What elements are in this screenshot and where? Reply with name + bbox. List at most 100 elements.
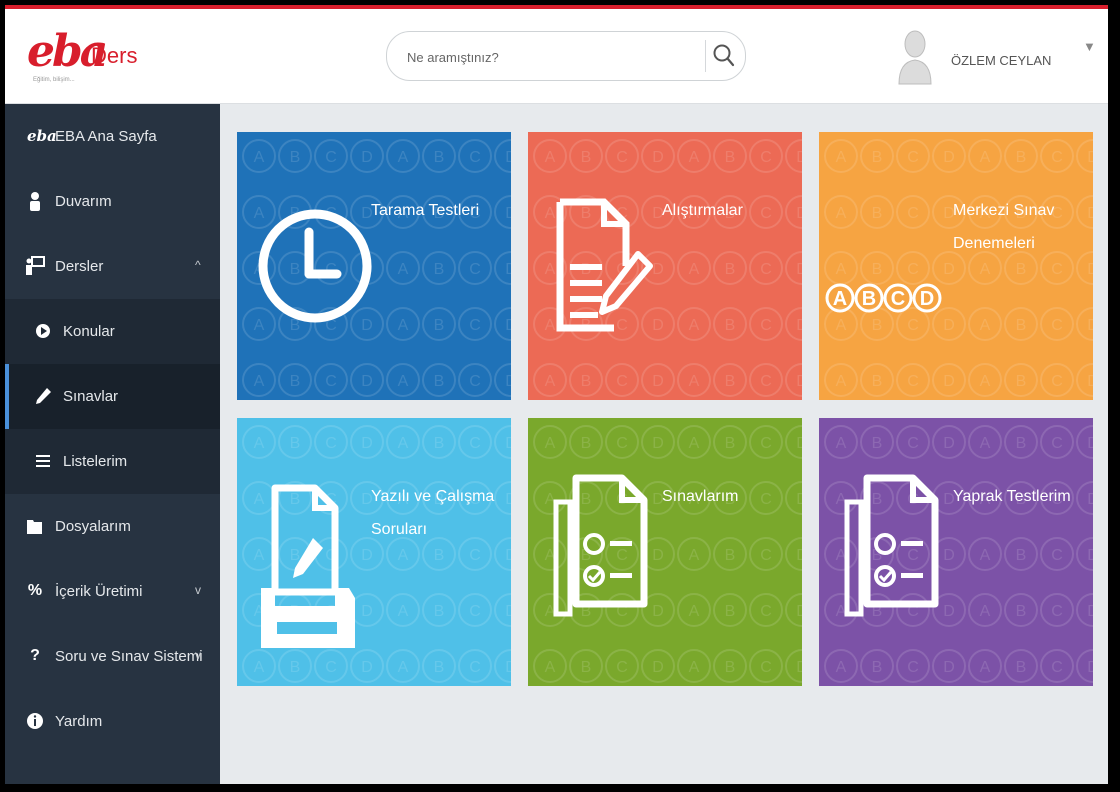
- pattern-letter: C: [907, 205, 919, 222]
- pattern-letter: A: [980, 373, 991, 390]
- sidebar-item-duvarim[interactable]: Duvarım: [5, 169, 220, 234]
- printer-document-icon: [261, 484, 355, 648]
- eba-logo-icon: eba: [27, 127, 57, 145]
- pattern-letter: B: [872, 659, 883, 676]
- pattern-letter: A: [836, 205, 847, 222]
- pattern-letter: B: [434, 373, 445, 390]
- pattern-letter: D: [1087, 547, 1093, 564]
- pattern-letter: C: [1051, 435, 1063, 452]
- pattern-letter: B: [434, 149, 445, 166]
- pattern-letter: D: [943, 435, 955, 452]
- pattern-letter: D: [1087, 149, 1093, 166]
- pattern-letter: D: [943, 373, 955, 390]
- pattern-letter: C: [469, 373, 481, 390]
- pattern-letter: D: [361, 373, 373, 390]
- pattern-letter: A: [254, 659, 265, 676]
- sidebar-item-dosyalarim[interactable]: Dosyalarım: [5, 494, 220, 559]
- sidebar-item-icerik-uretimi[interactable]: % İçerik Üretimi v: [5, 559, 220, 624]
- user-menu-caret[interactable]: ▼: [1083, 39, 1096, 54]
- pattern-letter: C: [1051, 603, 1063, 620]
- pattern-letter: C: [325, 435, 337, 452]
- pattern-letter: A: [689, 317, 700, 334]
- pattern-letter: D: [505, 373, 511, 390]
- pattern-letter: A: [980, 603, 991, 620]
- pattern-letter: A: [689, 149, 700, 166]
- pattern-letter: B: [725, 261, 736, 278]
- option-letter: A: [833, 288, 847, 310]
- tile-sinavlarim[interactable]: ABCDABCDABCDABCDABCDABCDABCDABCDABCDABCD…: [528, 418, 802, 686]
- sidebar-item-soru-ve-sinav-sistemi[interactable]: ? Soru ve Sınav Sistemi v: [5, 624, 220, 689]
- chevron-down-icon[interactable]: v: [195, 648, 201, 662]
- clock-icon: [258, 209, 372, 323]
- pattern-letter: D: [652, 149, 664, 166]
- pattern-letter: A: [836, 149, 847, 166]
- sidebar-item-yardim[interactable]: Yardım: [5, 689, 220, 754]
- pattern-letter: D: [652, 659, 664, 676]
- pattern-letter: D: [361, 659, 373, 676]
- pattern-letter: B: [1016, 261, 1027, 278]
- sidebar-item-label: İçerik Üretimi: [55, 583, 143, 600]
- pattern-letter: C: [616, 373, 628, 390]
- pattern-letter: B: [1016, 435, 1027, 452]
- pattern-letter: D: [505, 261, 511, 278]
- sidebar-item-sinavlar[interactable]: Sınavlar: [5, 364, 220, 429]
- presentation-board-icon: [25, 256, 45, 276]
- pattern-letter: B: [872, 435, 883, 452]
- pattern-letter: C: [469, 261, 481, 278]
- sidebar-item-dersler[interactable]: Dersler ^: [5, 234, 220, 299]
- pattern-letter: B: [725, 373, 736, 390]
- sidebar-item-label: Soru ve Sınav Sistemi: [55, 648, 203, 665]
- sidebar-item-listelerim[interactable]: Listelerim: [5, 429, 220, 494]
- pattern-letter: D: [796, 205, 802, 222]
- pattern-letter: A: [398, 659, 409, 676]
- folder-icon: [25, 516, 45, 536]
- pattern-letter: A: [398, 547, 409, 564]
- pattern-letter: D: [796, 317, 802, 334]
- eba-ders-logo[interactable]: eba Ders Eğitim, bilişim...: [27, 27, 137, 87]
- search-button[interactable]: [707, 38, 741, 74]
- pattern-letter: D: [796, 491, 802, 508]
- search-input[interactable]: [405, 44, 689, 70]
- tile-merkezi-sinav-denemeleri[interactable]: ABCDABCDABCDABCDABCDABCDABCDABCDABCDABCD…: [819, 132, 1093, 400]
- pattern-letter: B: [1016, 373, 1027, 390]
- tile-title: Alıştırmalar: [662, 202, 743, 219]
- sidebar-item-eba-ana-sayfa[interactable]: eba EBA Ana Sayfa: [5, 104, 220, 169]
- pattern-letter: A: [980, 149, 991, 166]
- sidebar-item-label: Duvarım: [55, 193, 112, 210]
- pattern-letter: A: [980, 547, 991, 564]
- user-name[interactable]: ÖZLEM CEYLAN: [951, 53, 1051, 68]
- pattern-letter: C: [760, 373, 772, 390]
- pattern-letter: D: [796, 547, 802, 564]
- pattern-letter: C: [760, 435, 772, 452]
- tile-yaprak-testlerim[interactable]: ABCDABCDABCDABCDABCDABCDABCDABCDABCDABCD…: [819, 418, 1093, 686]
- pattern-letter: D: [505, 435, 511, 452]
- pattern-letter: B: [725, 435, 736, 452]
- search-icon: [713, 44, 735, 67]
- tile-alistirmalar[interactable]: ABCDABCDABCDABCDABCDABCDABCDABCDABCDABCD…: [528, 132, 802, 400]
- pattern-letter: B: [1016, 659, 1027, 676]
- pattern-letter: B: [581, 659, 592, 676]
- pattern-letter: A: [689, 435, 700, 452]
- tile-yazili-ve-calisma-sorulari[interactable]: ABCDABCDABCDABCDABCDABCDABCDABCDABCDABCD…: [237, 418, 511, 686]
- tile-tarama-testleri[interactable]: ABCDABCDABCDABCDABCDABCDABCDABCDABCDABCD…: [237, 132, 511, 400]
- pattern-letter: D: [943, 149, 955, 166]
- pattern-letter: A: [689, 373, 700, 390]
- chevron-down-icon[interactable]: v: [195, 583, 201, 597]
- pattern-letter: B: [434, 603, 445, 620]
- chevron-up-icon[interactable]: ^: [195, 258, 201, 272]
- pattern-letter: B: [290, 149, 301, 166]
- pattern-letter: C: [907, 149, 919, 166]
- option-letter: B: [862, 288, 876, 310]
- sidebar-item-konular[interactable]: Konular: [5, 299, 220, 364]
- pattern-letter: D: [796, 373, 802, 390]
- pattern-letter: A: [254, 373, 265, 390]
- pattern-letter: C: [469, 659, 481, 676]
- tile-title: Yazılı ve Çalışma Soruları: [371, 488, 495, 538]
- pattern-letter: A: [398, 603, 409, 620]
- pattern-letter: A: [545, 149, 556, 166]
- pattern-letter: C: [1051, 547, 1063, 564]
- pattern-letter: B: [434, 547, 445, 564]
- search-box: [386, 31, 746, 81]
- pattern-letter: B: [1016, 547, 1027, 564]
- user-avatar[interactable]: [897, 27, 933, 85]
